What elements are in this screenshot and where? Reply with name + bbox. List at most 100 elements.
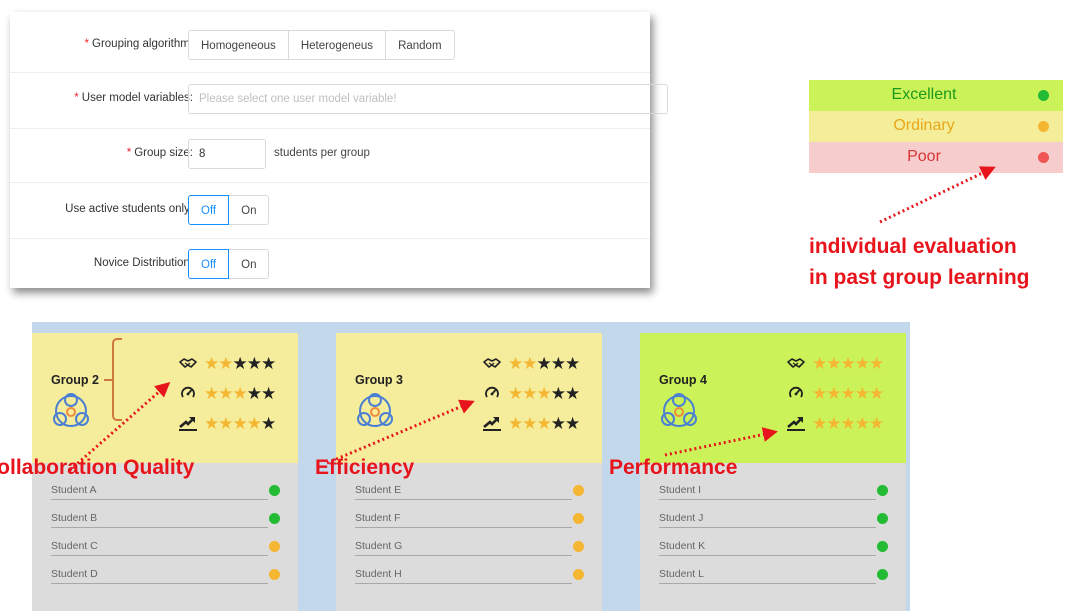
student-name: Student H — [355, 568, 402, 580]
student-name: Student F — [355, 512, 401, 524]
student-underline — [355, 527, 572, 528]
student-underline — [51, 499, 268, 500]
star-filled-icon: ★ — [869, 413, 884, 433]
student-row[interactable]: Student H — [355, 562, 584, 590]
legend-annotation-line-2: in past group learning — [809, 266, 1030, 289]
student-underline — [51, 555, 268, 556]
handshake-icon — [786, 353, 806, 373]
metrics-bracket-tick — [104, 379, 113, 381]
star-empty-icon: ★ — [565, 353, 580, 373]
group-size-input[interactable]: 8 — [188, 139, 266, 169]
student-row[interactable]: Student J — [659, 506, 888, 534]
star-filled-icon: ★ — [522, 383, 537, 403]
star-empty-icon: ★ — [550, 383, 566, 403]
status-dot — [877, 485, 888, 496]
student-row[interactable]: Student E — [355, 478, 584, 506]
student-underline — [51, 527, 268, 528]
star-empty-icon: ★ — [261, 383, 276, 403]
group-network-icon — [353, 391, 397, 436]
star-filled-icon: ★ — [508, 353, 523, 373]
novice-distribution-toggle: Off On — [188, 249, 270, 279]
star-filled-icon: ★ — [536, 413, 552, 433]
status-dot — [1038, 90, 1049, 101]
student-row[interactable]: Student L — [659, 562, 888, 590]
trend-up-icon — [482, 413, 502, 433]
star-filled-icon: ★ — [812, 353, 827, 373]
student-row[interactable]: Student G — [355, 534, 584, 562]
heterogeneous-button[interactable]: Heterogeneus — [287, 30, 387, 60]
student-name: Student C — [51, 540, 98, 552]
trend-up-icon — [786, 413, 806, 433]
student-row[interactable]: Student B — [51, 506, 280, 534]
novice-distribution-off-button[interactable]: Off — [188, 249, 230, 279]
user-model-variables-row: * User model variables: Please select one… — [10, 84, 668, 116]
metric-rating-trend-up: ★ ★ ★ ★ ★ — [786, 412, 884, 434]
handshake-icon — [178, 353, 198, 373]
status-dot — [269, 485, 280, 496]
star-filled-icon: ★ — [232, 383, 248, 403]
group-card-header: Group 4 ★ ★ ★ ★ ★ ★ ★ ★ ★ ★ ★ ★ ★ ★ ★ — [640, 333, 906, 463]
group-title: Group 3 — [355, 373, 403, 387]
star-empty-icon: ★ — [550, 353, 566, 373]
status-dot — [269, 513, 280, 524]
student-row[interactable]: Student I — [659, 478, 888, 506]
grouping-algorithm-label: Grouping algorithm: — [92, 38, 193, 50]
status-dot — [1038, 152, 1049, 163]
active-students-label: Use active students only: — [65, 203, 193, 215]
star-filled-icon: ★ — [826, 383, 841, 403]
star-filled-icon: ★ — [869, 353, 884, 373]
active-students-on-button[interactable]: On — [228, 195, 270, 225]
random-button[interactable]: Random — [385, 30, 455, 60]
star-filled-icon: ★ — [812, 413, 827, 433]
student-underline — [659, 555, 876, 556]
student-row[interactable]: Student A — [51, 478, 280, 506]
student-underline — [51, 583, 268, 584]
homogeneous-button[interactable]: Homogeneous — [188, 30, 289, 60]
star-filled-icon: ★ — [840, 353, 856, 373]
star-empty-icon: ★ — [565, 413, 580, 433]
star-empty-icon: ★ — [536, 353, 552, 373]
student-underline — [659, 583, 876, 584]
group-title: Group 4 — [659, 373, 707, 387]
speedometer-icon — [178, 383, 198, 403]
group-network-icon — [657, 391, 701, 436]
legend-label: Ordinary — [893, 117, 955, 134]
group-network-icon — [49, 391, 93, 436]
metric-rating-trend-up: ★ ★ ★ ★ ★ — [178, 412, 276, 434]
student-row[interactable]: Student D — [51, 562, 280, 590]
student-name: Student D — [51, 568, 98, 580]
group-title: Group 2 — [51, 373, 99, 387]
active-students-off-button[interactable]: Off — [188, 195, 230, 225]
metric-rating-trend-up: ★ ★ ★ ★ ★ — [482, 412, 580, 434]
divider — [10, 238, 650, 239]
divider — [10, 182, 650, 183]
student-name: Student J — [659, 512, 704, 524]
legend-annotation-line-1: individual evaluation — [809, 235, 1017, 258]
novice-distribution-on-button[interactable]: On — [228, 249, 270, 279]
status-dot — [573, 569, 584, 580]
star-filled-icon: ★ — [204, 413, 219, 433]
metric-rating-speedometer: ★ ★ ★ ★ ★ — [482, 382, 580, 404]
active-students-row: Use active students only: Off On — [10, 195, 650, 227]
student-underline — [659, 527, 876, 528]
student-name: Student A — [51, 484, 97, 496]
legend-label: Excellent — [891, 86, 957, 103]
star-filled-icon: ★ — [232, 413, 248, 433]
star-filled-icon: ★ — [840, 413, 856, 433]
legend-label: Poor — [907, 148, 941, 165]
performance-label: Performance — [609, 456, 738, 479]
status-dot — [1038, 121, 1049, 132]
student-row[interactable]: Student K — [659, 534, 888, 562]
star-filled-icon: ★ — [854, 413, 870, 433]
metric-rating-speedometer: ★ ★ ★ ★ ★ — [786, 382, 884, 404]
student-underline — [659, 499, 876, 500]
student-name: Student I — [659, 484, 702, 496]
student-row[interactable]: Student F — [355, 506, 584, 534]
student-list: Student A Student B Student C Student D — [51, 478, 280, 590]
student-row[interactable]: Student C — [51, 534, 280, 562]
star-filled-icon: ★ — [854, 383, 870, 403]
star-filled-icon: ★ — [218, 383, 233, 403]
star-filled-icon: ★ — [204, 353, 219, 373]
user-model-variable-select[interactable]: Please select one user model variable! — [188, 84, 668, 114]
star-filled-icon: ★ — [218, 353, 233, 373]
